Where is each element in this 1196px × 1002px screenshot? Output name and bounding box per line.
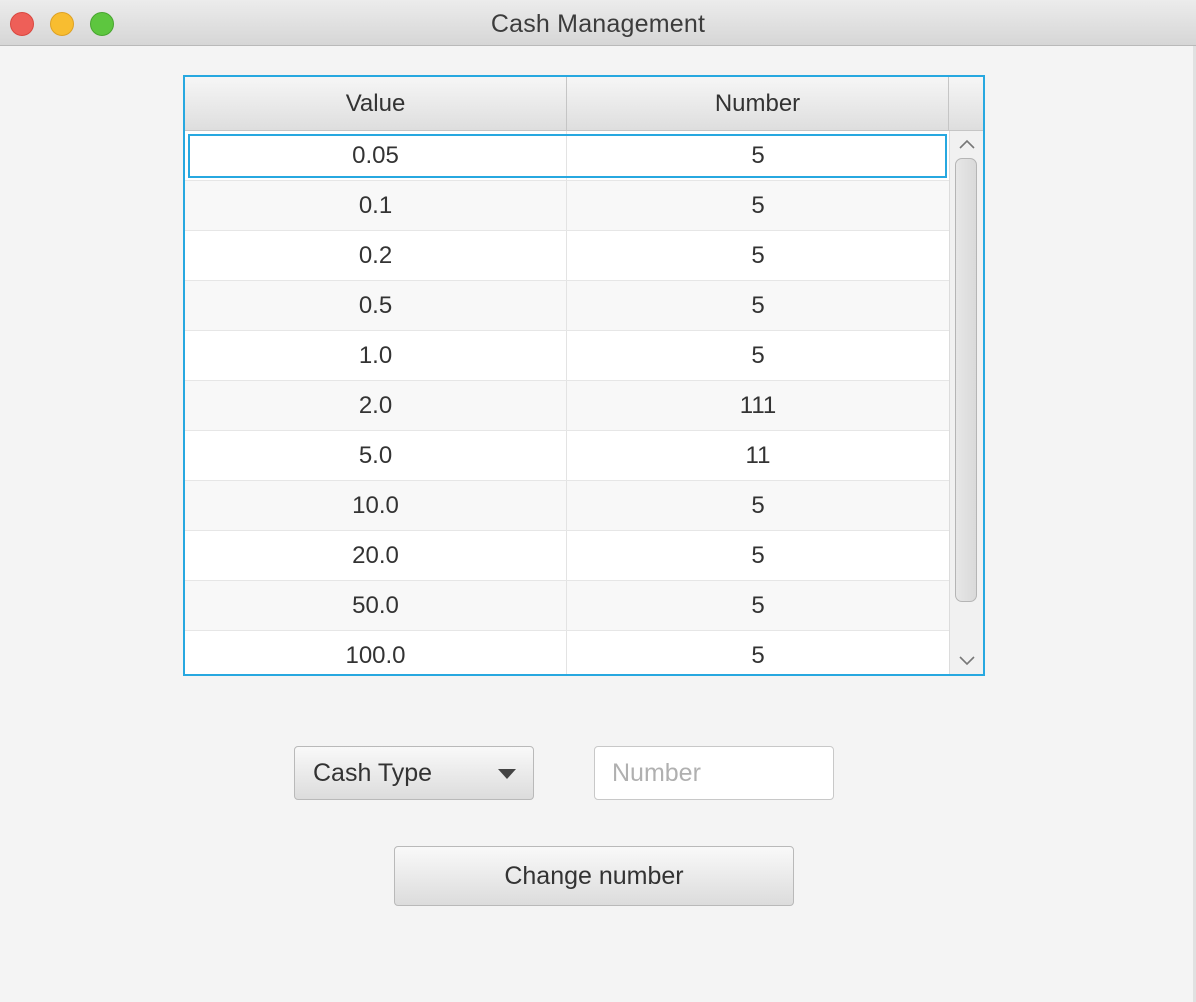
cell-value: 0.2 xyxy=(185,231,567,280)
cell-number: 5 xyxy=(751,342,765,369)
table-row[interactable]: 0.05 5 xyxy=(185,131,949,181)
column-header-number[interactable]: Number xyxy=(567,77,949,130)
table-row[interactable]: 100.0 5 xyxy=(185,631,949,674)
table-row[interactable]: 5.0 11 xyxy=(185,431,949,481)
table-body: 0.05 5 0.1 5 0.2 5 0.5 5 1.0 5 2.0 111 5.0 11 10.0 5 20.… xyxy=(185,131,949,674)
cash-type-dropdown[interactable]: Cash Type xyxy=(294,746,534,800)
table-row[interactable]: 1.0 5 xyxy=(185,331,949,381)
cash-type-label: Cash Type xyxy=(313,759,433,787)
table-header: Value Number xyxy=(185,77,983,131)
table-row[interactable]: 0.5 5 xyxy=(185,281,949,331)
cell-value: 0.1 xyxy=(185,181,567,230)
table-row[interactable]: 10.0 5 xyxy=(185,481,949,531)
chevron-down-icon[interactable] xyxy=(950,650,983,672)
title-bar: Cash Management xyxy=(0,0,1196,46)
cell-number: 5 xyxy=(751,242,765,269)
window-title: Cash Management xyxy=(490,10,706,38)
cell-number: 5 xyxy=(751,642,765,669)
cell-value: 5.0 xyxy=(185,431,567,480)
triangle-down-icon xyxy=(498,769,516,779)
cash-table[interactable]: Value Number 0.05 5 0.1 5 0.2 5 0.5 5 1.0 5 2.0 111… xyxy=(183,75,985,676)
cell-value: 0.05 xyxy=(185,131,567,180)
column-header-value[interactable]: Value xyxy=(185,77,567,130)
scroll-thumb[interactable] xyxy=(955,158,977,602)
cell-number: 5 xyxy=(751,492,765,519)
cell-number: 11 xyxy=(745,442,771,469)
table-row[interactable]: 0.1 5 xyxy=(185,181,949,231)
cell-value: 50.0 xyxy=(185,581,567,630)
cell-number: 5 xyxy=(751,542,765,569)
change-number-button[interactable]: Change number xyxy=(394,846,794,906)
cell-number: 5 xyxy=(751,592,765,619)
cell-value: 20.0 xyxy=(185,531,567,580)
table-row[interactable]: 2.0 111 xyxy=(185,381,949,431)
cell-value: 2.0 xyxy=(185,381,567,430)
cell-value: 1.0 xyxy=(185,331,567,380)
cell-value: 100.0 xyxy=(185,631,567,674)
vertical-scrollbar[interactable] xyxy=(949,131,983,674)
table-row[interactable]: 20.0 5 xyxy=(185,531,949,581)
table-row[interactable]: 0.2 5 xyxy=(185,231,949,281)
cell-number: 5 xyxy=(751,142,765,169)
cell-number: 5 xyxy=(751,192,765,219)
table-row[interactable]: 50.0 5 xyxy=(185,581,949,631)
header-corner xyxy=(949,77,983,130)
cell-number: 111 xyxy=(739,392,777,419)
number-input[interactable] xyxy=(594,746,834,800)
cell-number: 5 xyxy=(751,292,765,319)
cell-value: 0.5 xyxy=(185,281,567,330)
chevron-up-icon[interactable] xyxy=(950,133,983,155)
cell-value: 10.0 xyxy=(185,481,567,530)
